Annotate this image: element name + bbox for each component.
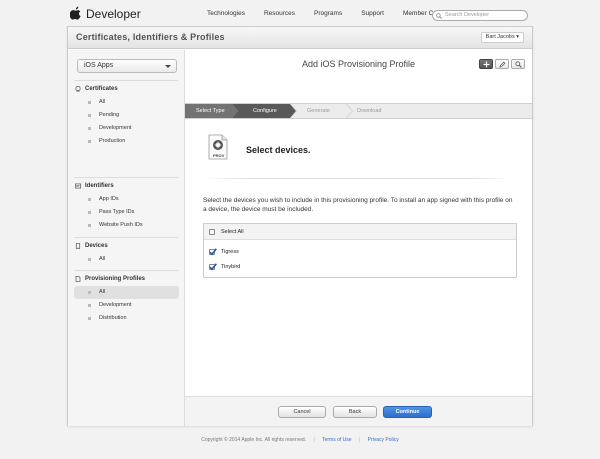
device-label-tigress[interactable]: Tigress [221,249,239,255]
page-footer: Copyright © 2014 Apple Inc. All rights r… [0,437,600,443]
cancel-button[interactable]: Cancel [278,406,326,418]
toolbar [477,59,525,69]
chevron-down-icon [165,65,171,68]
platform-select[interactable]: iOS Apps [77,59,177,73]
sidebar-heading-certificates[interactable]: Certificates [68,83,184,96]
select-all-checkbox[interactable] [209,229,215,235]
sidebar-item-devices-all[interactable]: All [74,253,179,266]
content-area: Add iOS Provisioning Profile Select Type… [185,50,532,426]
search-button[interactable] [511,59,525,69]
sidebar-item-app-ids[interactable]: App IDs [74,193,179,206]
description-text: Select the devices you wish to include i… [203,197,513,213]
document-icon [75,276,81,282]
section-heading: Select devices. [246,145,311,155]
device-checkbox-tinybird[interactable] [209,263,217,271]
divider [74,270,178,271]
checkmark-icon [209,248,217,256]
prov-label: PROV [213,153,225,158]
id-card-icon [75,183,81,189]
back-button[interactable]: Back [333,406,377,418]
step-download: Download [357,108,382,114]
sidebar-heading-devices[interactable]: Devices [68,240,184,253]
device-list-header: Select All [204,224,516,240]
sidebar-item-certificates-production[interactable]: Production [74,135,179,148]
sidebar-section-identifiers: Identifiers App IDs Pass Type IDs Websit… [68,180,184,232]
step-configure: Configure [253,108,277,114]
select-all-label[interactable]: Select All [221,229,244,235]
continue-button[interactable]: Continue [383,406,432,418]
sidebar-section-provisioning-profiles: Provisioning Profiles All Development Di… [68,273,184,325]
sidebar-section-devices: Devices All [68,240,184,266]
edit-button[interactable] [495,59,509,69]
form-actions: Cancel Back Continue [185,396,532,426]
sidebar-item-pass-type-ids[interactable]: Pass Type IDs [74,206,179,219]
pencil-icon [499,61,506,68]
privacy-link[interactable]: Privacy Policy [368,437,399,443]
checkmark-icon [209,263,217,271]
step-generate: Generate [307,108,330,114]
device-icon [75,243,81,249]
sidebar-heading-provisioning-profiles[interactable]: Provisioning Profiles [68,273,184,286]
chevron-down-icon: ▾ [516,34,519,40]
sidebar-item-certificates-development[interactable]: Development [74,122,179,135]
divider [203,178,513,179]
search-icon [515,61,522,68]
sidebar-heading-identifiers[interactable]: Identifiers [68,180,184,193]
progress-steps: Select Type Configure Generate Download [185,103,532,119]
panel-header: Certificates, Identifiers & Profiles Bar… [68,27,532,49]
platform-select-value: iOS Apps [84,62,114,69]
search-icon [436,13,442,19]
sidebar-item-profiles-all[interactable]: All [74,286,179,299]
sidebar-item-website-push-ids[interactable]: Website Push IDs [74,219,179,232]
add-button[interactable] [479,59,493,69]
apple-logo-icon[interactable] [70,6,82,20]
nav-link-programs[interactable]: Programs [314,10,342,17]
divider [74,80,178,81]
sidebar: iOS Apps Certificates All Pending Develo… [68,50,185,426]
nav-link-resources[interactable]: Resources [264,10,295,17]
device-list: Select All Tigress Tinybird [203,223,517,278]
footer-separator: | [358,437,361,443]
nav-links: Technologies Resources Programs Support … [207,10,467,17]
top-nav: Developer Technologies Resources Program… [0,0,600,28]
device-label-tinybird[interactable]: Tinybird [221,264,240,270]
sidebar-item-certificates-pending[interactable]: Pending [74,109,179,122]
nav-link-support[interactable]: Support [361,10,384,17]
plus-icon [483,61,490,68]
search-placeholder: Search Developer [445,12,490,18]
copyright-text: Copyright © 2014 Apple Inc. All rights r… [201,437,307,443]
search-input[interactable]: Search Developer [432,10,528,21]
brand-title[interactable]: Developer [86,7,141,21]
footer-separator: | [313,437,315,443]
step-select-type: Select Type [196,108,225,114]
user-menu-button[interactable]: Bart Jacobs ▾ [480,32,524,43]
content-title-bar: Add iOS Provisioning Profile [185,50,532,80]
divider [74,237,178,238]
user-name: Bart Jacobs [485,34,515,40]
device-checkbox-tigress[interactable] [209,248,217,256]
terms-link[interactable]: Terms of Use [322,437,351,443]
sidebar-section-certificates: Certificates All Pending Development Pro… [68,83,184,148]
sidebar-item-profiles-distribution[interactable]: Distribution [74,312,179,325]
sidebar-item-certificates-all[interactable]: All [74,96,179,109]
divider [74,177,178,178]
certificate-icon [75,86,81,92]
main-panel: Certificates, Identifiers & Profiles Bar… [67,26,533,426]
page-title: Certificates, Identifiers & Profiles [76,32,225,42]
nav-link-technologies[interactable]: Technologies [207,10,245,17]
sidebar-item-profiles-development[interactable]: Development [74,299,179,312]
